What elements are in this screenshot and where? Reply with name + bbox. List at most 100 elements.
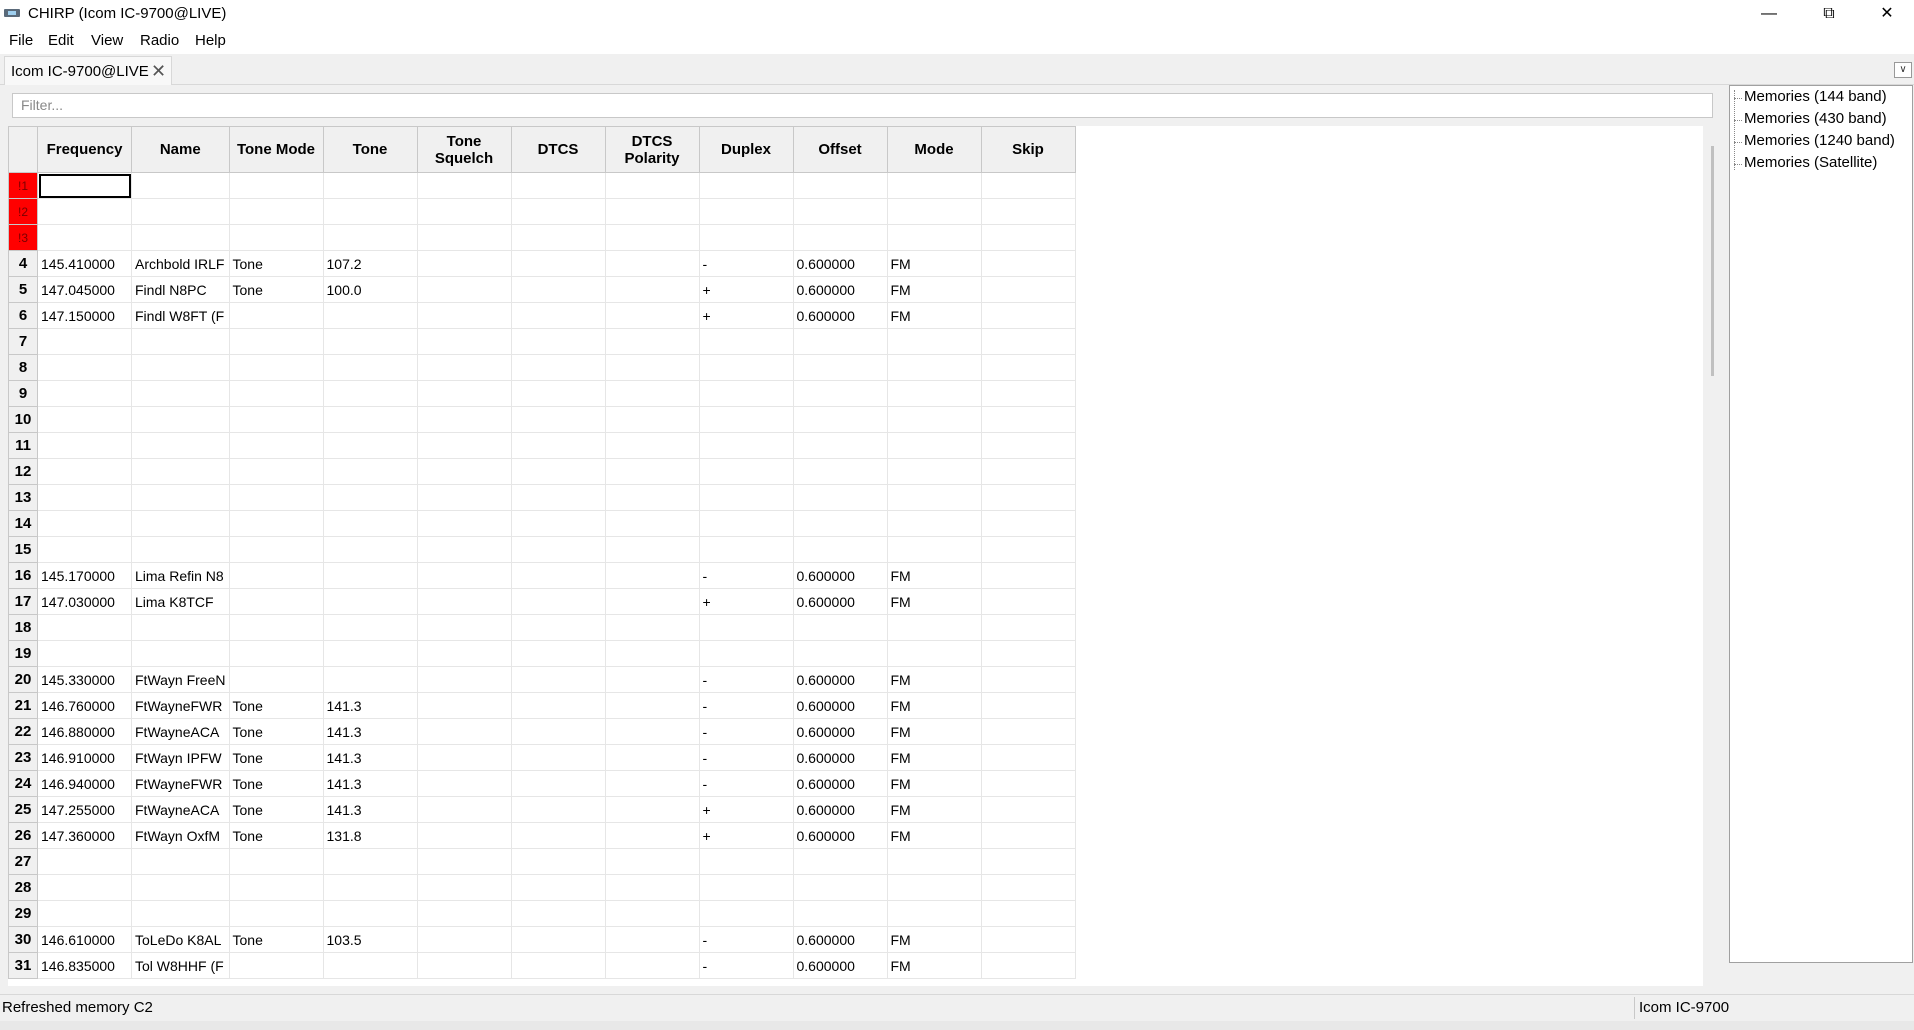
cell-tone-mode[interactable]: Tone xyxy=(228,718,324,745)
cell-offset[interactable]: 0.600000 xyxy=(792,562,888,589)
cell-dtcs-polarity[interactable] xyxy=(604,614,700,641)
cell-name[interactable]: Lima Refin N8 xyxy=(131,562,230,589)
cell-tone-squelch[interactable] xyxy=(416,224,512,251)
table-row[interactable]: 6 147.150000 Findl W8FT (F +0.600000 FM xyxy=(8,302,1076,329)
table-row[interactable]: 27 xyxy=(8,848,1076,875)
row-number[interactable]: 5 xyxy=(8,276,38,303)
cell-tone-mode[interactable]: Tone xyxy=(228,822,324,849)
cell-dtcs[interactable] xyxy=(510,380,606,407)
cell-frequency[interactable]: 147.255000 xyxy=(37,796,132,823)
cell-tone[interactable] xyxy=(322,952,418,979)
table-row[interactable]: 19 xyxy=(8,640,1076,667)
row-number[interactable]: 19 xyxy=(8,640,38,667)
col-header-dtcs[interactable]: DTCS xyxy=(510,126,606,173)
cell-tone[interactable] xyxy=(322,458,418,485)
cell-duplex[interactable] xyxy=(698,900,794,927)
cell-tone-squelch[interactable] xyxy=(416,770,512,797)
row-number[interactable]: 13 xyxy=(8,484,38,511)
cell-offset[interactable]: 0.600000 xyxy=(792,718,888,745)
cell-name[interactable] xyxy=(131,510,230,537)
cell-skip[interactable] xyxy=(980,874,1076,901)
cell-offset[interactable] xyxy=(792,640,888,667)
cell-name[interactable]: FtWayneFWR xyxy=(131,770,230,797)
cell-tone-squelch[interactable] xyxy=(416,250,512,277)
cell-offset[interactable] xyxy=(792,458,888,485)
cell-dtcs-polarity[interactable] xyxy=(604,250,700,277)
cell-dtcs-polarity[interactable] xyxy=(604,744,700,771)
row-number[interactable]: 10 xyxy=(8,406,38,433)
table-row[interactable]: 24 146.940000 FtWayneFWR Tone 141.3 -0.600000… xyxy=(8,770,1076,797)
cell-tone[interactable] xyxy=(322,354,418,381)
cell-tone-squelch[interactable] xyxy=(416,536,512,563)
cell-tone[interactable] xyxy=(322,510,418,537)
cell-mode[interactable] xyxy=(886,354,982,381)
cell-mode[interactable] xyxy=(886,874,982,901)
cell-dtcs[interactable] xyxy=(510,952,606,979)
cell-offset[interactable] xyxy=(792,328,888,355)
cell-dtcs[interactable] xyxy=(510,770,606,797)
cell-mode[interactable]: FM xyxy=(886,276,982,303)
cell-name[interactable] xyxy=(131,640,230,667)
cell-tone-squelch[interactable] xyxy=(416,380,512,407)
cell-dtcs[interactable] xyxy=(510,224,606,251)
cell-dtcs[interactable] xyxy=(510,510,606,537)
cell-tone-mode[interactable] xyxy=(228,588,324,615)
col-header-tone-squelch[interactable]: Tone Squelch xyxy=(416,126,512,173)
cell-dtcs[interactable] xyxy=(510,354,606,381)
cell-frequency[interactable]: 146.760000 xyxy=(37,692,132,719)
tree-item-1240-band[interactable]: Memories (1240 band) xyxy=(1744,132,1895,154)
table-row[interactable]: 20 145.330000 FtWayn FreeN -0.600000 FM xyxy=(8,666,1076,693)
cell-name[interactable] xyxy=(131,536,230,563)
cell-tone-squelch[interactable] xyxy=(416,302,512,329)
cell-mode[interactable] xyxy=(886,380,982,407)
cell-skip[interactable] xyxy=(980,198,1076,225)
cell-offset[interactable]: 0.600000 xyxy=(792,666,888,693)
cell-tone-mode[interactable]: Tone xyxy=(228,926,324,953)
cell-tone[interactable]: 141.3 xyxy=(322,796,418,823)
cell-mode[interactable]: FM xyxy=(886,302,982,329)
menu-help[interactable]: Help xyxy=(195,32,226,49)
cell-duplex[interactable] xyxy=(698,848,794,875)
cell-dtcs[interactable] xyxy=(510,432,606,459)
cell-tone[interactable] xyxy=(322,536,418,563)
cell-tone-mode[interactable] xyxy=(228,536,324,563)
cell-dtcs[interactable] xyxy=(510,536,606,563)
cell-dtcs[interactable] xyxy=(510,666,606,693)
cell-tone-squelch[interactable] xyxy=(416,172,512,199)
cell-frequency[interactable] xyxy=(37,328,132,355)
cell-name[interactable]: Findl N8PC xyxy=(131,276,230,303)
cell-dtcs[interactable] xyxy=(510,276,606,303)
cell-duplex[interactable]: + xyxy=(698,302,794,329)
cell-dtcs-polarity[interactable] xyxy=(604,510,700,537)
cell-skip[interactable] xyxy=(980,406,1076,433)
cell-tone-squelch[interactable] xyxy=(416,432,512,459)
cell-dtcs-polarity[interactable] xyxy=(604,198,700,225)
cell-tone[interactable]: 141.3 xyxy=(322,744,418,771)
cell-duplex[interactable]: - xyxy=(698,770,794,797)
cell-tone-mode[interactable] xyxy=(228,614,324,641)
cell-offset[interactable]: 0.600000 xyxy=(792,770,888,797)
cell-skip[interactable] xyxy=(980,250,1076,277)
cell-tone-squelch[interactable] xyxy=(416,692,512,719)
cell-mode[interactable]: FM xyxy=(886,666,982,693)
cell-tone-squelch[interactable] xyxy=(416,926,512,953)
cell-dtcs-polarity[interactable] xyxy=(604,484,700,511)
cell-duplex[interactable] xyxy=(698,172,794,199)
cell-tone-mode[interactable] xyxy=(228,510,324,537)
cell-duplex[interactable] xyxy=(698,614,794,641)
minimize-button[interactable]: — xyxy=(1746,0,1792,28)
tab-close-icon[interactable]: ✕ xyxy=(151,61,166,82)
row-number[interactable]: !1 xyxy=(8,172,38,199)
cell-skip[interactable] xyxy=(980,640,1076,667)
cell-skip[interactable] xyxy=(980,718,1076,745)
table-row[interactable]: 30 146.610000 ToLeDo K8AL Tone 103.5 -0.60000… xyxy=(8,926,1076,953)
cell-dtcs[interactable] xyxy=(510,250,606,277)
cell-tone-squelch[interactable] xyxy=(416,458,512,485)
cell-dtcs-polarity[interactable] xyxy=(604,224,700,251)
col-header-frequency[interactable]: Frequency xyxy=(37,126,132,173)
cell-duplex[interactable] xyxy=(698,640,794,667)
table-row[interactable]: !3 xyxy=(8,224,1076,251)
cell-tone-mode[interactable] xyxy=(228,562,324,589)
row-number[interactable]: 24 xyxy=(8,770,38,797)
cell-frequency[interactable] xyxy=(37,874,132,901)
